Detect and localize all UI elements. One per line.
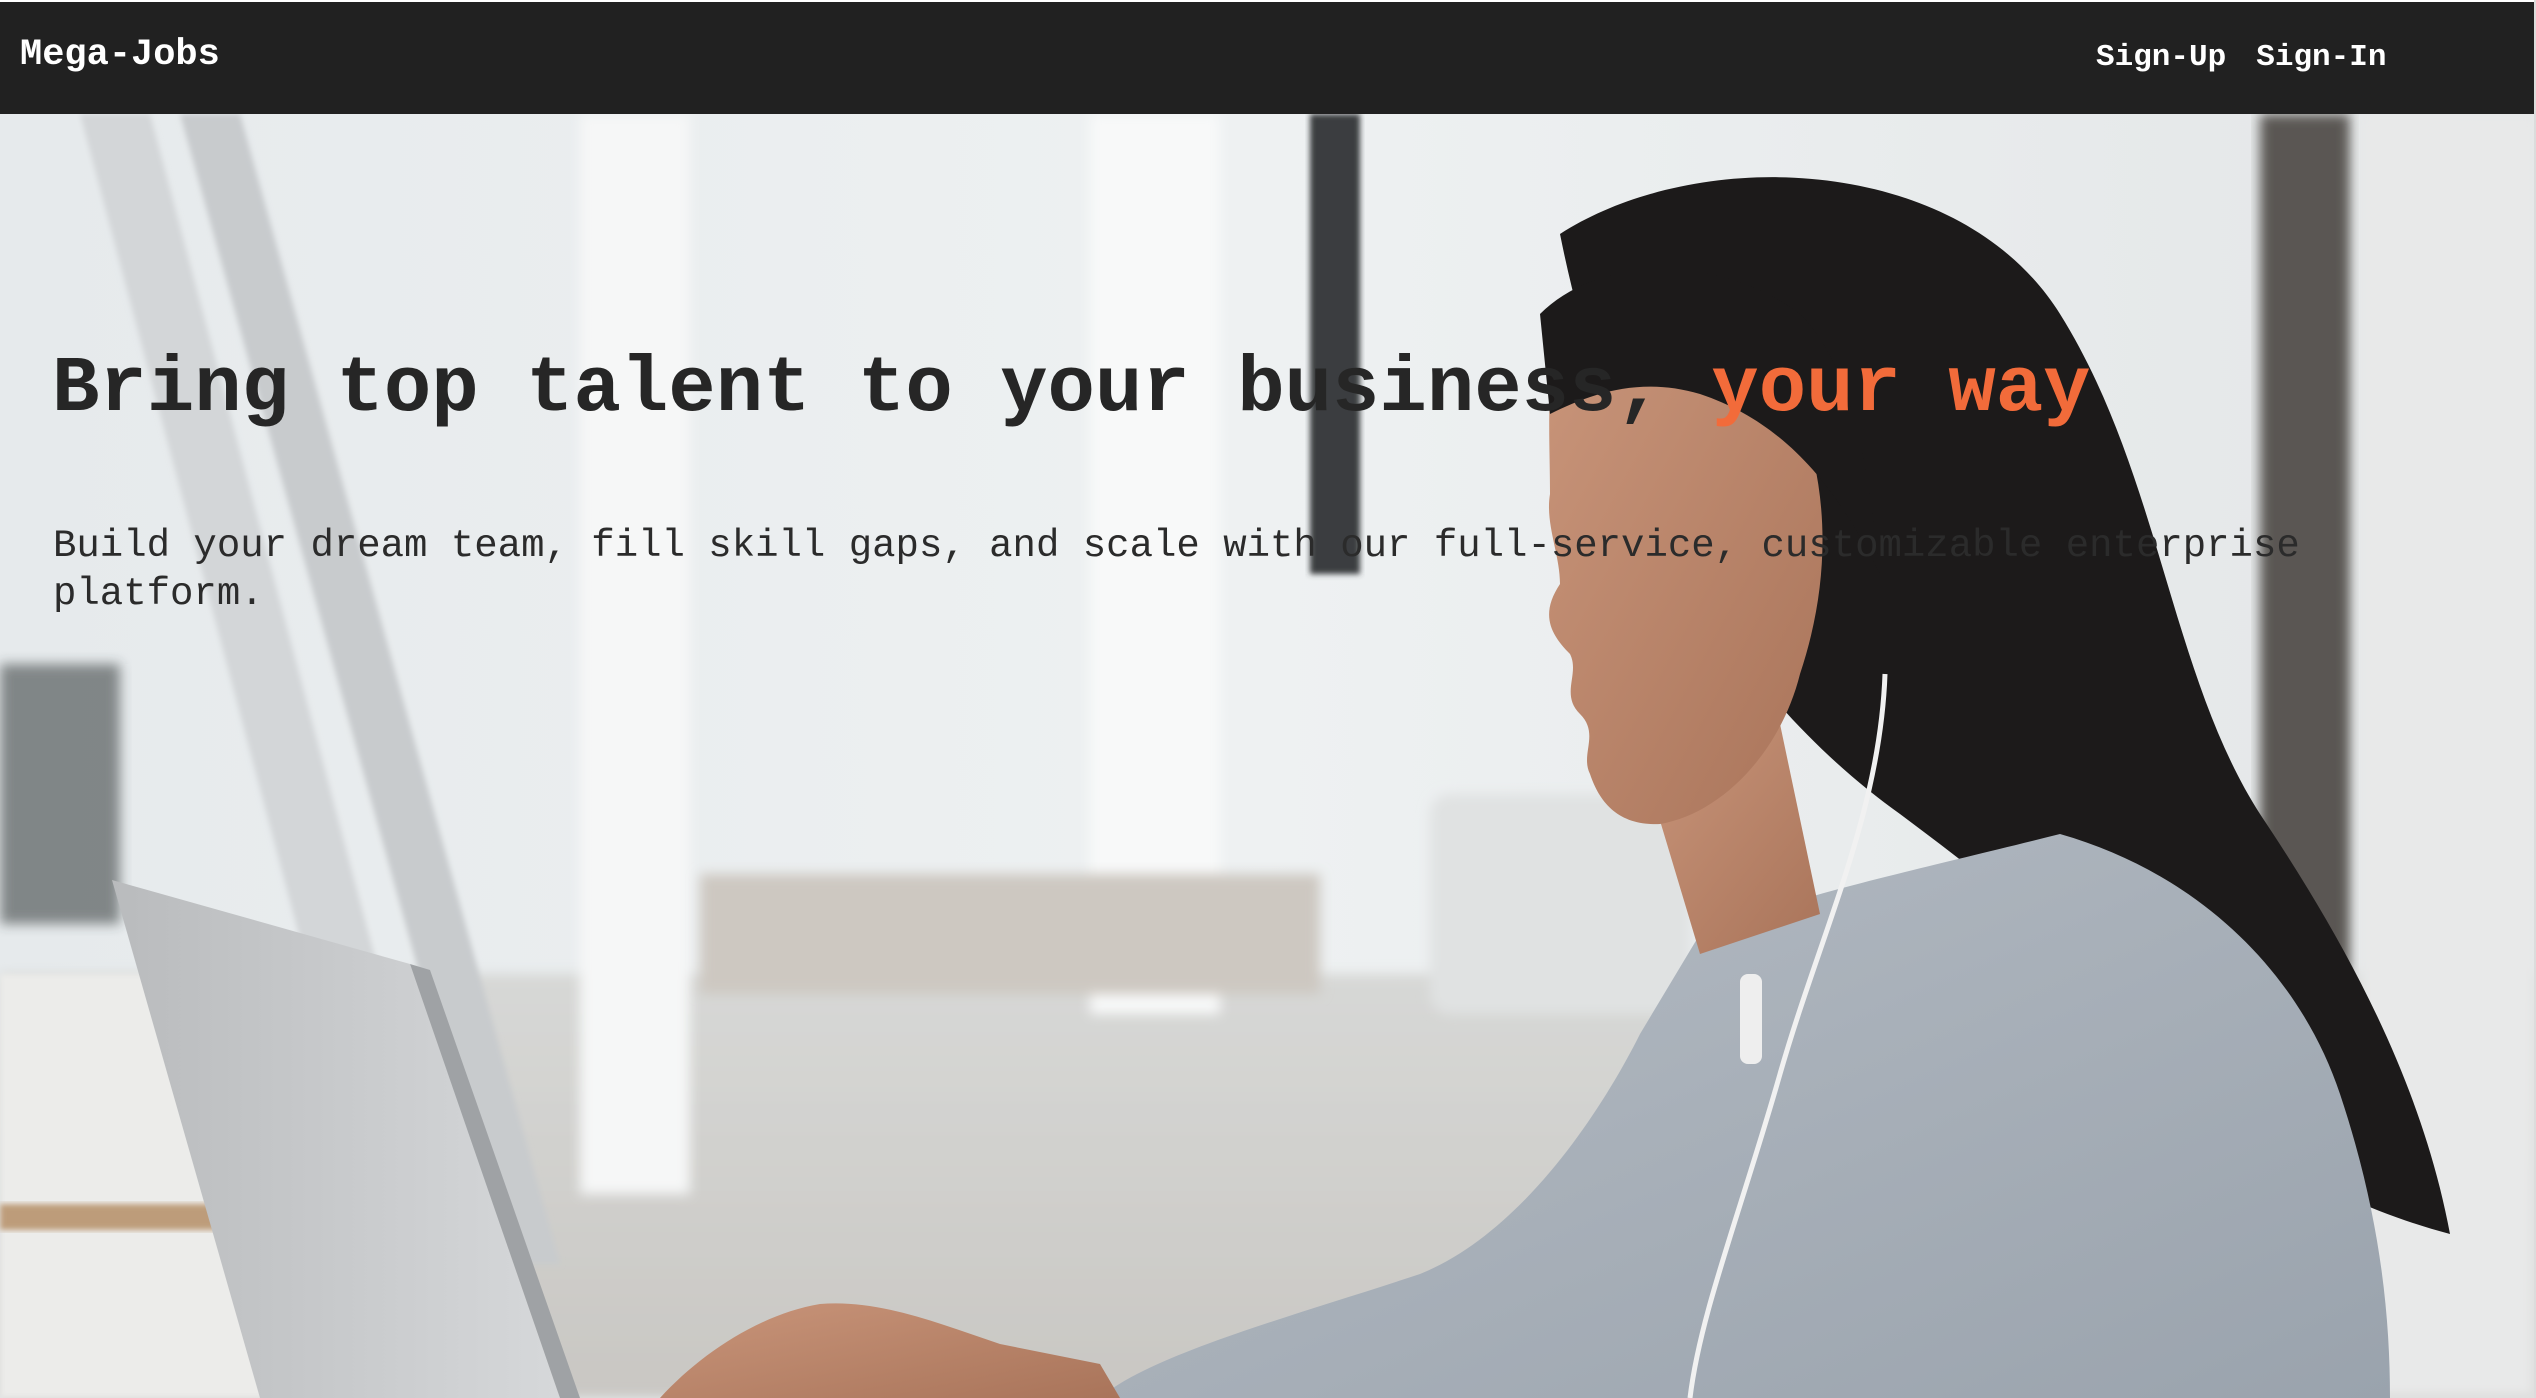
hero-title: Bring top talent to your business, your … xyxy=(52,350,2091,429)
sign-up-link[interactable]: Sign-Up xyxy=(2096,40,2226,75)
hero-background-photo xyxy=(0,114,2536,1398)
brand-logo-link[interactable]: Mega-Jobs xyxy=(20,34,220,76)
nav-links: Sign-Up Sign-In xyxy=(2096,40,2386,75)
hero-subtitle: Build your dream team, fill skill gaps, … xyxy=(53,524,2300,616)
hero-title-accent: your way xyxy=(1711,344,2091,434)
hero-title-main: Bring top talent to your business, xyxy=(52,344,1712,434)
sign-in-link[interactable]: Sign-In xyxy=(2256,40,2386,75)
page: Mega-Jobs Sign-Up Sign-In Bring top tale… xyxy=(0,0,2536,1398)
hero-section: Bring top talent to your business, your … xyxy=(0,114,2536,1398)
top-navbar: Mega-Jobs Sign-Up Sign-In xyxy=(0,2,2536,114)
